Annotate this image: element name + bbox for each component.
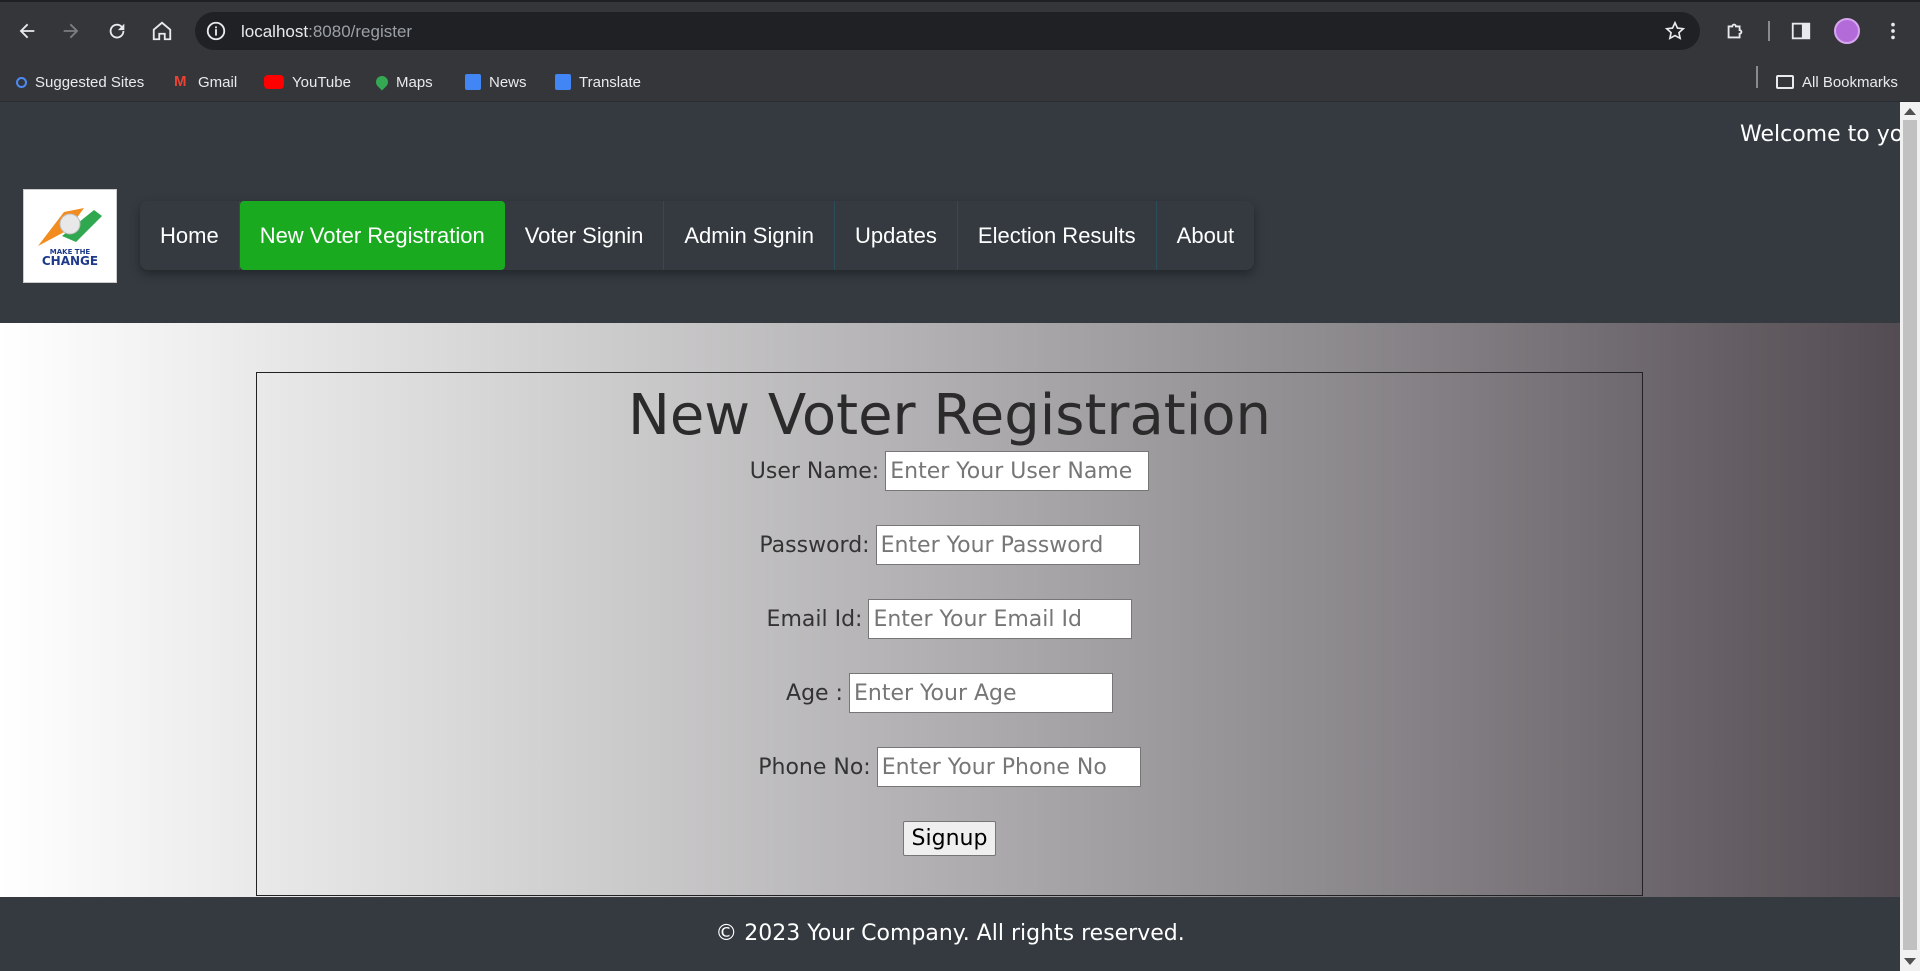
phone-label: Phone No: [758, 754, 871, 780]
page-scrollbar[interactable] [1900, 102, 1920, 971]
address-bar[interactable]: localhost:8080/register [195, 12, 1700, 50]
bookmarks-bar: Suggested Sites M Gmail YouTube Maps New… [0, 62, 1920, 102]
bookmark-label: Translate [579, 73, 641, 91]
password-input[interactable] [875, 525, 1140, 565]
home-icon [152, 21, 172, 41]
nav-voter-signin[interactable]: Voter Signin [505, 201, 665, 270]
main-section: New Voter Registration User Name: Passwo… [0, 323, 1900, 897]
nav-admin-signin[interactable]: Admin Signin [664, 201, 835, 270]
maps-icon [373, 73, 391, 91]
tab-strip-edge [0, 0, 1920, 2]
password-row: Password: [257, 525, 1642, 565]
bookmark-suggested-sites[interactable]: Suggested Sites [16, 71, 144, 93]
password-label: Password: [759, 532, 870, 558]
main-nav: Home New Voter Registration Voter Signin… [140, 201, 1255, 270]
form-title: New Voter Registration [627, 383, 1272, 448]
nav-election-results[interactable]: Election Results [958, 201, 1157, 270]
site-logo[interactable]: MAKE THE CHANGE [23, 189, 117, 283]
nav-new-voter-registration[interactable]: New Voter Registration [239, 201, 505, 270]
email-label: Email Id: [766, 606, 863, 632]
nav-updates[interactable]: Updates [835, 201, 958, 270]
reload-icon [109, 23, 125, 39]
username-label: User Name: [749, 458, 880, 484]
logo-image: MAKE THE CHANGE [38, 208, 102, 268]
bookmark-label: YouTube [292, 73, 351, 91]
youtube-icon [264, 75, 284, 89]
bookmark-gmail[interactable]: M Gmail [174, 71, 237, 93]
back-button[interactable] [8, 12, 46, 50]
extensions-button[interactable] [1716, 12, 1754, 50]
all-bookmarks-label: All Bookmarks [1802, 73, 1898, 91]
nav-home[interactable]: Home [140, 201, 240, 270]
username-input[interactable] [885, 451, 1150, 491]
site-footer: © 2023 Your Company. All rights reserved… [0, 897, 1900, 971]
arrow-left-icon [19, 23, 35, 39]
scroll-up-icon[interactable] [1904, 108, 1916, 115]
bookmark-news[interactable]: News [465, 71, 527, 93]
puzzle-icon [1727, 23, 1743, 39]
side-panel-icon [1791, 22, 1811, 40]
phone-row: Phone No: [257, 747, 1642, 787]
reload-button[interactable] [98, 12, 136, 50]
scrollbar-thumb[interactable] [1903, 120, 1917, 950]
scroll-down-icon[interactable] [1904, 958, 1916, 965]
phone-input[interactable] [876, 747, 1141, 787]
email-row: Email Id: [257, 599, 1642, 639]
arrow-right-icon [63, 23, 79, 39]
browser-toolbar: localhost:8080/register [0, 0, 1920, 62]
bookmark-label: Maps [396, 73, 433, 91]
svg-text:CHANGE: CHANGE [42, 254, 98, 268]
bookmark-star-icon[interactable] [1664, 20, 1686, 42]
bookmark-maps[interactable]: Maps [373, 71, 433, 93]
bookmark-label: Gmail [198, 73, 238, 91]
url-text: localhost:8080/register [241, 22, 413, 41]
search-icon [16, 76, 27, 88]
age-input[interactable] [848, 673, 1113, 713]
age-label: Age : [786, 680, 843, 706]
all-bookmarks[interactable]: All Bookmarks [1776, 71, 1898, 93]
home-button[interactable] [143, 12, 181, 50]
bookmark-translate[interactable]: Translate [555, 71, 641, 93]
news-icon [465, 74, 481, 90]
registration-form: New Voter Registration User Name: Passwo… [256, 372, 1643, 896]
site-header: Welcome to yo MAKE THE CHANGE Home New V… [0, 102, 1904, 323]
gmail-icon: M [174, 73, 187, 90]
translate-icon [555, 74, 571, 90]
nav-about[interactable]: About [1157, 201, 1255, 270]
bookmark-label: Suggested Sites [35, 73, 145, 91]
bookmarks-divider [1756, 66, 1758, 88]
signup-button[interactable]: Signup [902, 821, 997, 856]
toolbar-divider [1768, 21, 1770, 41]
email-input[interactable] [868, 599, 1133, 639]
bookmark-label: News [489, 73, 527, 91]
folder-icon [1776, 75, 1794, 89]
bookmark-youtube[interactable]: YouTube [264, 71, 351, 93]
menu-button[interactable] [1874, 12, 1912, 50]
more-vertical-icon [1891, 22, 1895, 40]
web-page: Welcome to yo MAKE THE CHANGE Home New V… [0, 102, 1904, 971]
age-row: Age : [257, 673, 1642, 713]
profile-button[interactable] [1828, 12, 1866, 50]
welcome-marquee: Welcome to yo [1740, 122, 1904, 147]
forward-button[interactable] [52, 12, 90, 50]
submit-row: Signup [257, 821, 1642, 856]
avatar [1834, 18, 1860, 44]
info-icon[interactable] [205, 20, 227, 42]
side-panel-button[interactable] [1782, 12, 1820, 50]
username-row: User Name: [257, 451, 1642, 491]
